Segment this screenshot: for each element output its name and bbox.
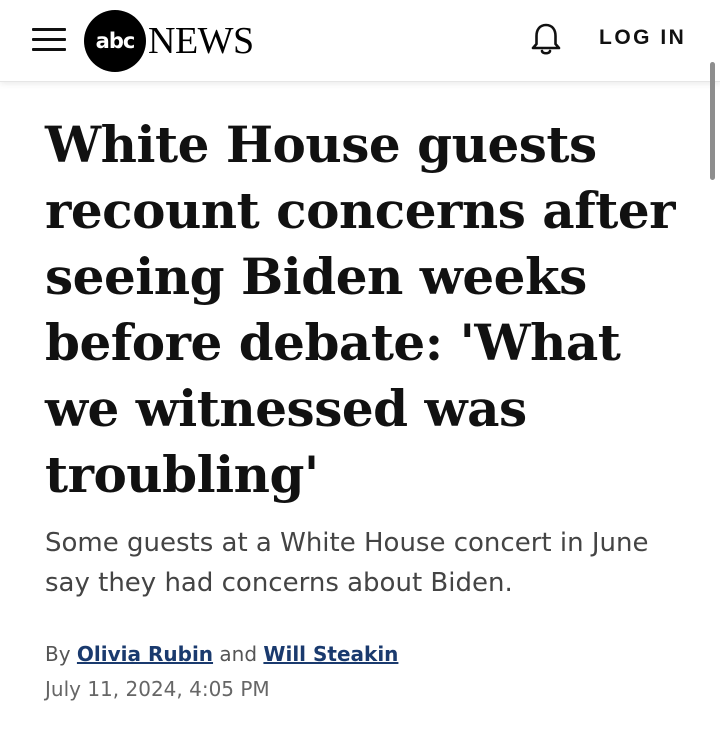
headline-line: we witnessed was [45, 379, 527, 438]
subhead-line: say they had concerns about Biden. [45, 568, 513, 598]
article-headline: White House guests recount concerns afte… [45, 112, 695, 508]
headline-line: before debate: 'What [45, 313, 621, 372]
top-nav-bar: abc NEWS LOG IN [0, 0, 720, 82]
subhead-line: Some guests at a White House concert in … [45, 528, 649, 558]
byline-prefix: By [45, 642, 71, 666]
bell-icon[interactable] [527, 20, 565, 58]
byline: By Olivia Rubin and Will Steakin [45, 642, 398, 666]
headline-line: White House guests [45, 115, 597, 174]
headline-line: seeing Biden weeks [45, 247, 587, 306]
news-logo-word: NEWS [148, 20, 254, 62]
hamburger-menu-icon[interactable] [32, 26, 68, 54]
bell-icon-graphic [531, 23, 561, 55]
headline-line: troubling' [45, 445, 319, 504]
headline-line: recount concerns after [45, 181, 675, 240]
author-link-will-steakin[interactable]: Will Steakin [263, 642, 398, 666]
login-button[interactable]: LOG IN [599, 26, 686, 50]
page-scrollbar[interactable] [710, 62, 715, 180]
menu-bar-line [32, 28, 66, 31]
menu-bar-line [32, 48, 66, 51]
publish-date: July 11, 2024, 4:05 PM [45, 677, 270, 701]
article-subheadline: Some guests at a White House concert in … [45, 523, 685, 603]
author-link-olivia-rubin[interactable]: Olivia Rubin [77, 642, 213, 666]
byline-conjunction: and [219, 642, 258, 666]
abc-news-logo[interactable]: abc NEWS [84, 10, 254, 72]
menu-bar-line [32, 38, 66, 41]
abc-logo-mark: abc [84, 10, 146, 72]
